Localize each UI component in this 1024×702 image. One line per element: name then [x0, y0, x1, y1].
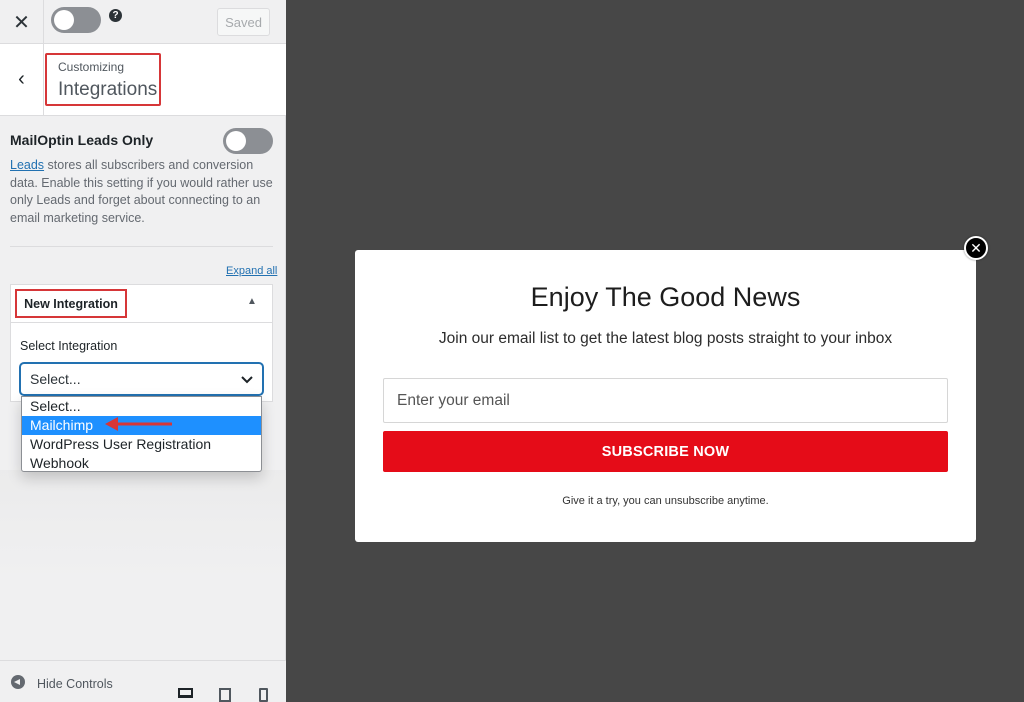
integration-header[interactable]: New Integration ▲ — [11, 285, 272, 323]
popup-close-icon[interactable]: ✕ — [964, 236, 988, 260]
close-icon: ✕ — [13, 11, 30, 34]
leads-description-text: stores all subscribers and conversion da… — [10, 158, 273, 225]
caret-up-icon[interactable]: ▲ — [247, 296, 257, 307]
popup-note: Give it a try, you can unsubscribe anyti… — [562, 495, 769, 507]
option-item[interactable]: Webhook — [22, 454, 261, 473]
integration-header-label: New Integration — [15, 289, 127, 318]
section-title: Integrations — [58, 79, 158, 100]
toggle-knob — [226, 131, 246, 151]
popup-title: Enjoy The Good News — [530, 282, 801, 312]
hide-controls-label[interactable]: Hide Controls — [37, 677, 113, 691]
tablet-preview-icon[interactable] — [219, 688, 231, 702]
leads-only-title: MailOptin Leads Only — [10, 132, 154, 148]
toggle-knob — [54, 10, 74, 30]
popup-subtitle: Join our email list to get the latest bl… — [438, 330, 893, 347]
select-value: Select... — [30, 371, 81, 387]
help-icon[interactable]: ? — [109, 9, 122, 22]
customizer-topbar: ✕ ? Saved — [0, 0, 286, 44]
option-item[interactable]: WordPress User Registration — [22, 435, 261, 454]
integration-options-list: Select... Mailchimp WordPress User Regis… — [21, 396, 262, 472]
saved-button[interactable]: Saved — [217, 8, 270, 36]
integration-select[interactable]: Select... — [20, 363, 263, 395]
section-subtitle: Customizing — [58, 60, 125, 74]
optin-popup: Enjoy The Good News Join our email list … — [355, 250, 976, 542]
customizer-footer: Hide Controls — [0, 660, 286, 702]
leads-link[interactable]: Leads — [10, 158, 44, 172]
email-input[interactable]: Enter your email — [383, 378, 948, 423]
select-integration-label: Select Integration — [20, 339, 118, 353]
section-title-highlight: Customizing Integrations — [45, 53, 161, 106]
customizer-sidebar: ✕ ? Saved ‹ Customizing Integrations Mai… — [0, 0, 286, 702]
email-placeholder: Enter your email — [397, 392, 510, 409]
leads-description: Leads stores all subscribers and convers… — [10, 157, 276, 227]
top-toggle[interactable] — [51, 7, 101, 33]
annotation-arrow-icon — [105, 417, 172, 431]
chevron-down-icon — [241, 376, 253, 384]
subscribe-button[interactable]: SUBSCRIBE NOW — [383, 431, 948, 472]
chevron-left-icon: ‹ — [18, 68, 25, 90]
desktop-preview-icon[interactable] — [178, 688, 193, 698]
hide-controls-icon[interactable] — [11, 675, 25, 689]
mobile-preview-icon[interactable] — [259, 688, 268, 702]
panel-shadow — [0, 470, 286, 580]
close-customizer-button[interactable]: ✕ — [0, 0, 44, 44]
section-header: ‹ Customizing Integrations — [0, 44, 286, 116]
expand-all-link[interactable]: Expand all — [226, 265, 277, 277]
leads-only-toggle[interactable] — [223, 128, 273, 154]
back-button[interactable]: ‹ — [0, 44, 44, 115]
divider — [10, 246, 273, 247]
